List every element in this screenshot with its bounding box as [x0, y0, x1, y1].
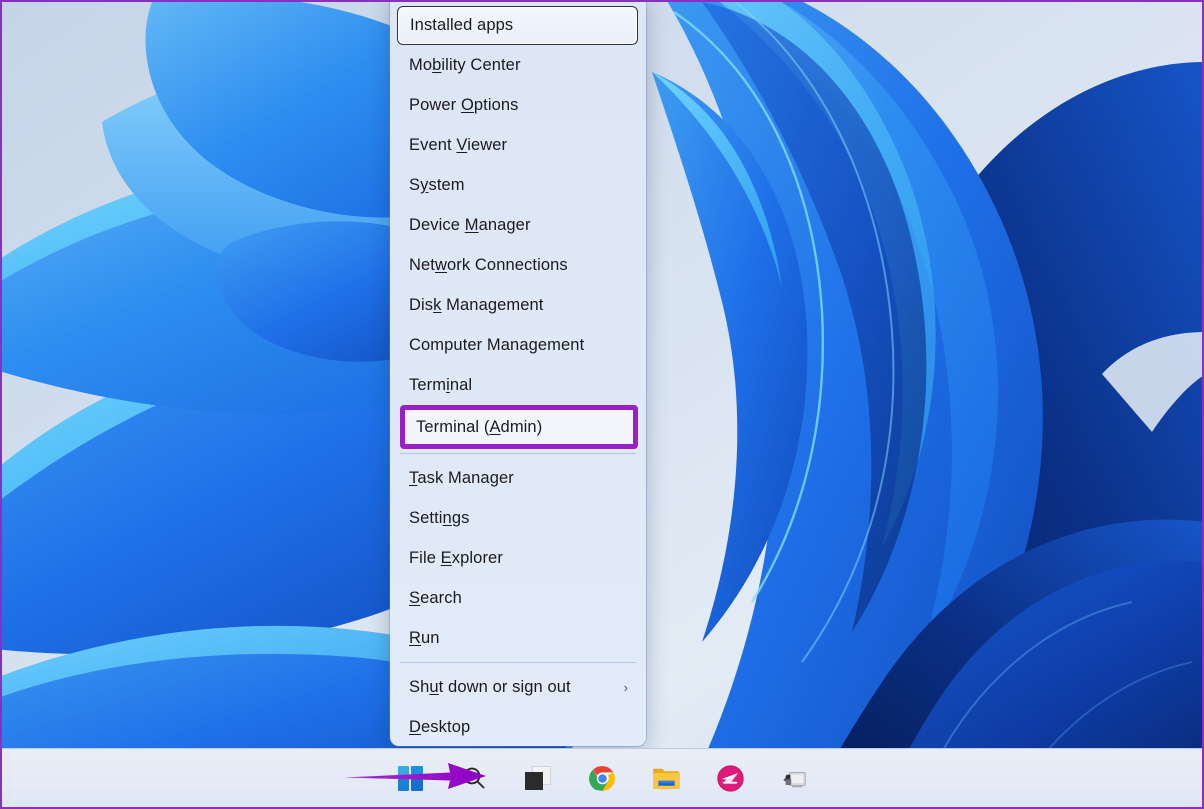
menu-item-computer-management[interactable]: Computer Management [390, 325, 646, 365]
menu-item-label: Event Viewer [409, 136, 632, 155]
menu-item-desktop[interactable]: Desktop [390, 707, 646, 746]
menu-item-label: Mobility Center [409, 56, 632, 75]
taskbar[interactable] [2, 748, 1202, 807]
menu-item-terminal[interactable]: Terminal [390, 365, 646, 405]
menu-item-device-manager[interactable]: Device Manager [390, 205, 646, 245]
menu-item-label: Terminal (Admin) [416, 418, 619, 437]
chrome-icon [589, 765, 616, 792]
menu-item-label: Disk Management [409, 296, 632, 315]
folder-icon [652, 766, 681, 791]
menu-item-settings[interactable]: Settings [390, 498, 646, 538]
winx-power-user-menu[interactable]: Installed apps Mobility Center Power Opt… [390, 0, 646, 746]
menu-item-terminal-admin[interactable]: Terminal (Admin) [400, 405, 638, 449]
menu-item-run[interactable]: Run [390, 618, 646, 658]
menu-item-mobility-center[interactable]: Mobility Center [390, 45, 646, 85]
paper-plane-circle-icon [717, 765, 744, 792]
menu-item-label: Power Options [409, 96, 632, 115]
taskbar-icon-group [390, 758, 814, 798]
menu-item-label: System [409, 176, 632, 195]
screen: Installed apps Mobility Center Power Opt… [0, 0, 1204, 809]
menu-item-label: Desktop [409, 718, 632, 737]
menu-item-file-explorer[interactable]: File Explorer [390, 538, 646, 578]
file-explorer-button[interactable] [646, 758, 686, 798]
menu-separator [400, 453, 636, 454]
menu-item-label: Installed apps [410, 16, 623, 35]
pink-app-button[interactable] [710, 758, 750, 798]
windows-logo-icon [398, 766, 423, 791]
task-view-button[interactable] [518, 758, 558, 798]
menu-item-label: Network Connections [409, 256, 632, 275]
menu-item-label: Settings [409, 509, 632, 528]
menu-separator [400, 662, 636, 663]
menu-item-label: File Explorer [409, 549, 632, 568]
task-view-icon [525, 766, 551, 790]
chrome-button[interactable] [582, 758, 622, 798]
menu-item-installed-apps[interactable]: Installed apps [397, 6, 638, 45]
menu-item-search[interactable]: Search [390, 578, 646, 618]
menu-item-event-viewer[interactable]: Event Viewer [390, 125, 646, 165]
menu-item-system[interactable]: System [390, 165, 646, 205]
device-app-button[interactable] [774, 758, 814, 798]
menu-item-label: Search [409, 589, 632, 608]
menu-item-power-options[interactable]: Power Options [390, 85, 646, 125]
start-button[interactable] [390, 758, 430, 798]
menu-item-label: Device Manager [409, 216, 632, 235]
chevron-right-icon: › [624, 681, 632, 694]
menu-item-shut-down-or-sign-out[interactable]: Shut down or sign out › [390, 667, 646, 707]
menu-item-task-manager[interactable]: Task Manager [390, 458, 646, 498]
device-icon [780, 766, 808, 791]
menu-item-disk-management[interactable]: Disk Management [390, 285, 646, 325]
menu-item-network-connections[interactable]: Network Connections [390, 245, 646, 285]
menu-item-label: Task Manager [409, 469, 632, 488]
menu-item-label: Run [409, 629, 632, 648]
search-button[interactable] [454, 758, 494, 798]
search-icon [461, 765, 487, 791]
menu-item-label: Shut down or sign out [409, 678, 624, 697]
menu-item-label: Computer Management [409, 336, 632, 355]
menu-item-label: Terminal [409, 376, 632, 395]
